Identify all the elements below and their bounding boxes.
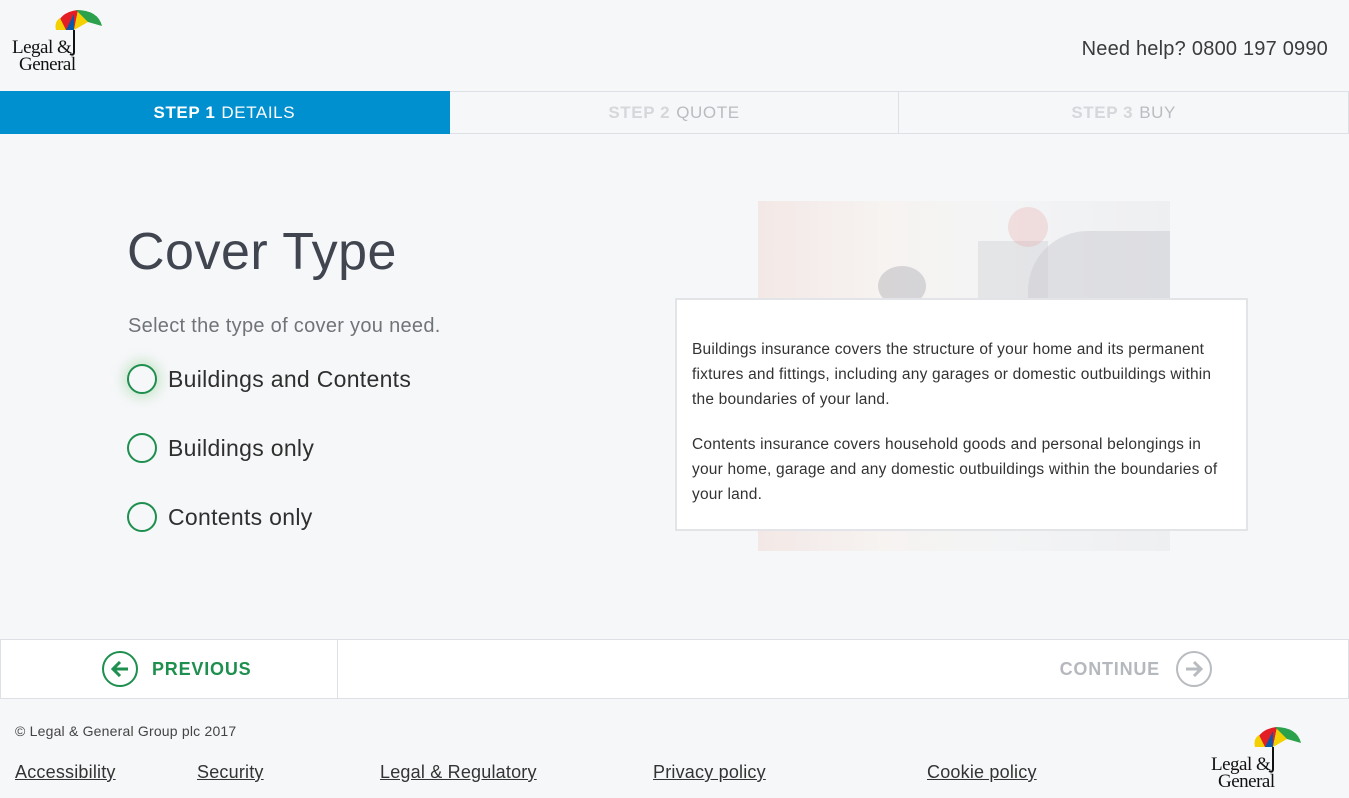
- arrow-left-icon: [102, 651, 138, 687]
- info-buildings: Buildings insurance covers the structure…: [692, 341, 1212, 408]
- footer-link-accessibility[interactable]: Accessibility: [15, 762, 116, 783]
- help-phone[interactable]: 0800 197 0990: [1192, 38, 1328, 60]
- logo-line-2: General: [1218, 771, 1275, 792]
- page-title: Cover Type: [127, 223, 397, 281]
- footer-link-cookie-policy[interactable]: Cookie policy: [927, 762, 1037, 783]
- previous-label: PREVIOUS: [152, 658, 252, 679]
- copyright-text: © Legal & General Group plc 2017: [15, 723, 237, 739]
- radio-button[interactable]: [127, 502, 157, 532]
- radio-button[interactable]: [127, 433, 157, 463]
- previous-button[interactable]: PREVIOUS: [0, 639, 338, 699]
- continue-button[interactable]: CONTINUE: [338, 639, 1349, 699]
- footer-logo: Legal & General: [1211, 725, 1303, 797]
- step-buy: STEP 3 BUY: [899, 91, 1349, 134]
- step-number: STEP 1: [153, 102, 216, 122]
- step-label: QUOTE: [676, 102, 740, 122]
- option-buildings-only[interactable]: Buildings only: [127, 431, 411, 465]
- footer-link-privacy-policy[interactable]: Privacy policy: [653, 762, 766, 783]
- option-label: Buildings only: [168, 434, 315, 461]
- continue-label: CONTINUE: [1059, 658, 1160, 679]
- step-number: STEP 3: [1071, 102, 1134, 122]
- logo-line-2: General: [19, 54, 76, 75]
- option-label: Buildings and Contents: [168, 365, 412, 392]
- option-label: Contents only: [168, 503, 313, 530]
- site-header: Legal & General Need help? 0800 197 0990: [0, 0, 1349, 91]
- option-contents-only[interactable]: Contents only: [127, 500, 411, 534]
- option-buildings-and-contents[interactable]: Buildings and Contents: [127, 362, 411, 396]
- step-progress: STEP 1 DETAILS STEP 2 QUOTE STEP 3 BUY: [0, 91, 1349, 134]
- legal-and-general-logo[interactable]: Legal & General: [12, 8, 104, 80]
- step-label: BUY: [1139, 102, 1176, 122]
- main-content: Cover Type Select the type of cover you …: [0, 134, 1349, 639]
- step-quote: STEP 2 QUOTE: [449, 91, 900, 134]
- help-contact: Need help? 0800 197 0990: [1082, 38, 1328, 61]
- page-subtitle: Select the type of cover you need.: [128, 315, 441, 337]
- site-footer: © Legal & General Group plc 2017 Accessi…: [0, 699, 1349, 798]
- arrow-right-icon: [1176, 651, 1212, 687]
- form-navigation: PREVIOUS CONTINUE: [0, 639, 1349, 699]
- step-label: DETAILS: [221, 102, 296, 122]
- cover-type-options: Buildings and Contents Buildings only Co…: [127, 362, 411, 569]
- info-contents: Contents insurance covers household good…: [692, 436, 1218, 503]
- step-details: STEP 1 DETAILS: [0, 91, 450, 134]
- footer-link-legal-regulatory[interactable]: Legal & Regulatory: [380, 762, 537, 783]
- help-label: Need help?: [1081, 38, 1186, 60]
- cover-info-box: Buildings insurance covers the structure…: [675, 298, 1248, 531]
- radio-button[interactable]: [127, 364, 157, 394]
- footer-link-security[interactable]: Security: [197, 762, 264, 783]
- step-number: STEP 2: [608, 102, 671, 122]
